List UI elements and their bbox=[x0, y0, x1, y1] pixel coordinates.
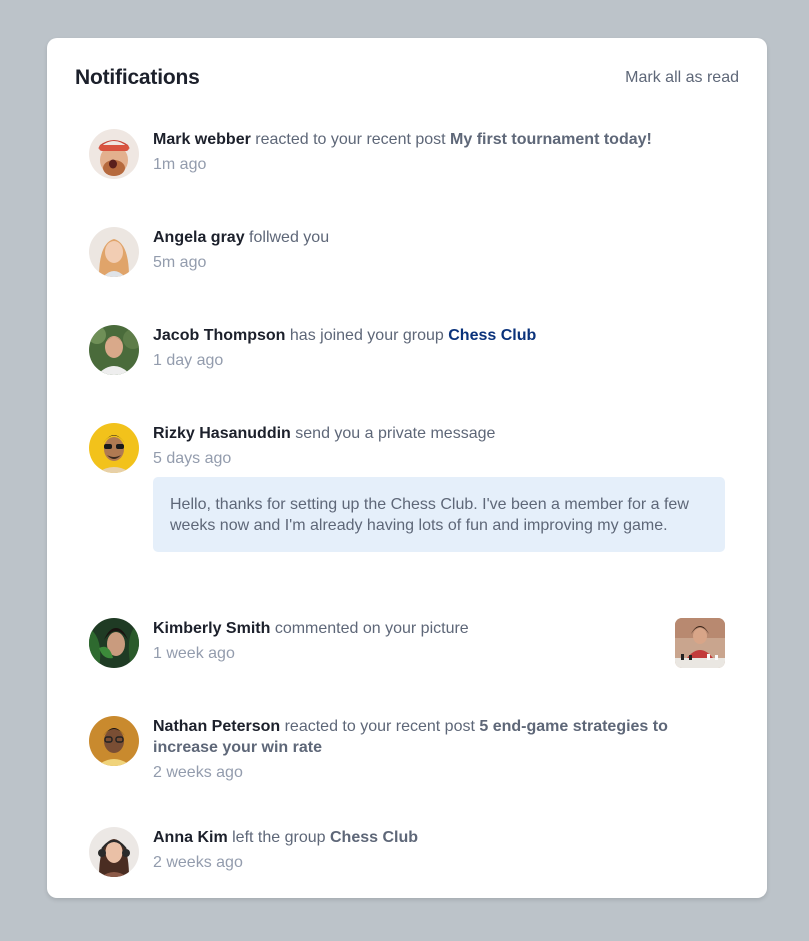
notification-text: Angela gray follwed you bbox=[153, 227, 725, 248]
timestamp: 1 week ago bbox=[153, 645, 235, 662]
notification-text: Nathan Peterson reacted to your recent p… bbox=[153, 716, 725, 758]
timestamp: 2 weeks ago bbox=[153, 764, 243, 781]
avatar[interactable] bbox=[89, 227, 139, 277]
notification-action: send you a private message bbox=[295, 425, 496, 442]
notification-action: follwed you bbox=[249, 229, 330, 246]
page-title: Notifications bbox=[75, 66, 200, 89]
notification-text: Kimberly Smith commented on your picture bbox=[153, 618, 725, 639]
notification-content: Rizky Hasanuddin send you a private mess… bbox=[153, 423, 725, 552]
avatar[interactable] bbox=[89, 827, 139, 877]
notification-action: reacted to your recent post bbox=[284, 718, 475, 735]
timestamp: 2 weeks ago bbox=[153, 854, 243, 871]
timestamp: 1m ago bbox=[153, 156, 207, 173]
user-name[interactable]: Mark webber bbox=[153, 131, 251, 148]
timestamp: 5m ago bbox=[153, 254, 207, 271]
notification-content: Kimberly Smith commented on your picture… bbox=[153, 618, 725, 664]
notification-content: Mark webber reacted to your recent post … bbox=[153, 129, 725, 175]
post-link[interactable]: My first tournament today! bbox=[450, 131, 652, 148]
group-link[interactable]: Chess Club bbox=[448, 327, 536, 344]
private-message[interactable]: Hello, thanks for setting up the Chess C… bbox=[153, 477, 725, 552]
mark-all-as-read-button[interactable]: Mark all as read bbox=[625, 69, 739, 87]
notifications-header: Notifications Mark all as read bbox=[75, 64, 739, 92]
commented-picture-thumbnail[interactable] bbox=[675, 618, 725, 668]
notification-text: Rizky Hasanuddin send you a private mess… bbox=[153, 423, 725, 444]
timestamp: 5 days ago bbox=[153, 450, 232, 467]
timestamp: 1 day ago bbox=[153, 352, 224, 369]
notification-action: reacted to your recent post bbox=[255, 131, 446, 148]
user-name[interactable]: Rizky Hasanuddin bbox=[153, 425, 291, 442]
avatar[interactable] bbox=[89, 423, 139, 473]
user-name[interactable]: Anna Kim bbox=[153, 829, 228, 846]
avatar[interactable] bbox=[89, 129, 139, 179]
notification-text: Anna Kim left the group Chess Club bbox=[153, 827, 725, 848]
notification-action: commented on your picture bbox=[274, 620, 469, 637]
notification-content: Angela gray follwed you 5m ago bbox=[153, 227, 725, 273]
notification-content: Jacob Thompson has joined your group Che… bbox=[153, 325, 725, 371]
notification-content: Nathan Peterson reacted to your recent p… bbox=[153, 716, 725, 783]
notification-text: Mark webber reacted to your recent post … bbox=[153, 129, 725, 150]
notifications-card: Notifications Mark all as read Mark webb… bbox=[47, 38, 767, 898]
user-name[interactable]: Nathan Peterson bbox=[153, 718, 280, 735]
group-link[interactable]: Chess Club bbox=[330, 829, 418, 846]
user-name[interactable]: Jacob Thompson bbox=[153, 327, 285, 344]
notification-content: Anna Kim left the group Chess Club 2 wee… bbox=[153, 827, 725, 873]
notification-text: Jacob Thompson has joined your group Che… bbox=[153, 325, 725, 346]
notification-action: left the group bbox=[232, 829, 326, 846]
notification-action: has joined your group bbox=[289, 327, 444, 344]
user-name[interactable]: Angela gray bbox=[153, 229, 245, 246]
avatar[interactable] bbox=[89, 716, 139, 766]
avatar[interactable] bbox=[89, 618, 139, 668]
avatar[interactable] bbox=[89, 325, 139, 375]
user-name[interactable]: Kimberly Smith bbox=[153, 620, 270, 637]
